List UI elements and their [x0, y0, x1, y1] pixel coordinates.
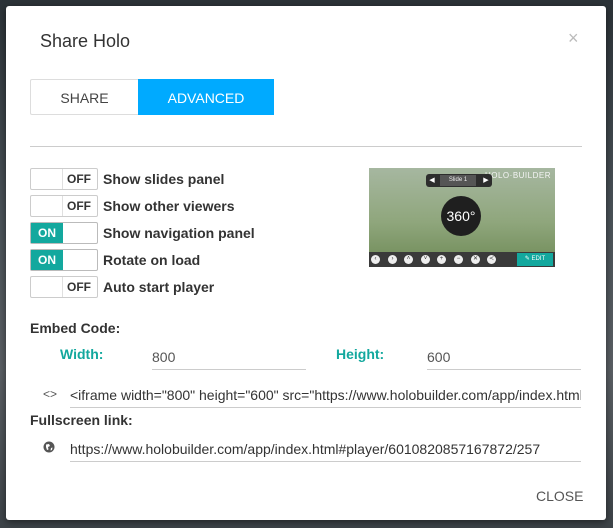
share-icon: ≺: [487, 255, 496, 264]
prev-icon: ‹: [371, 255, 380, 264]
toggle-show-navigation-panel[interactable]: ON: [30, 222, 98, 244]
toggle-state: OFF: [62, 277, 95, 297]
option-auto-start-player: OFF Auto start player: [30, 276, 214, 298]
up-icon: ˄: [404, 255, 413, 264]
embed-code-label: Embed Code:: [30, 320, 121, 336]
dialog-title: Share Holo: [40, 31, 131, 51]
option-rotate-on-load: ON Rotate on load: [30, 249, 200, 271]
toggle-auto-start-player[interactable]: OFF: [30, 276, 98, 298]
zoom-in-icon: +: [437, 255, 446, 264]
preview-control-bar: ‹ › ˄ ˅ + − ✕ ≺ ✎ EDIT: [369, 252, 555, 267]
down-icon: ˅: [421, 255, 430, 264]
share-dialog: Share Holo × SHARE ADVANCED OFF Show sli…: [6, 6, 606, 520]
width-input[interactable]: 800: [152, 345, 306, 370]
toggle-state: ON: [31, 223, 63, 243]
chevron-right-icon: ▶: [483, 177, 489, 184]
option-label: Show slides panel: [103, 171, 225, 187]
slide-label: Slide 1: [440, 175, 476, 186]
zoom-out-icon: −: [454, 255, 463, 264]
option-show-navigation-panel: ON Show navigation panel: [30, 222, 255, 244]
height-label: Height:: [336, 346, 385, 362]
option-show-other-viewers: OFF Show other viewers: [30, 195, 234, 217]
toggle-show-slides-panel[interactable]: OFF: [30, 168, 98, 190]
badge-360: 360°: [441, 196, 481, 236]
chevron-left-icon: ◀: [429, 177, 435, 184]
embed-code-input[interactable]: <iframe width="800" height="600" src="ht…: [70, 383, 581, 408]
code-icon: <>: [43, 387, 58, 401]
close-button[interactable]: CLOSE: [536, 488, 583, 504]
fullscreen-link-label: Fullscreen link:: [30, 412, 133, 428]
width-label: Width:: [60, 346, 104, 362]
height-input[interactable]: 600: [427, 345, 581, 370]
toggle-rotate-on-load[interactable]: ON: [30, 249, 98, 271]
option-label: Show navigation panel: [103, 225, 255, 241]
toggle-state: OFF: [62, 196, 95, 216]
fullscreen-icon: ✕: [471, 255, 480, 264]
close-icon[interactable]: ×: [568, 28, 579, 49]
option-show-slides-panel: OFF Show slides panel: [30, 168, 224, 190]
tab-advanced[interactable]: ADVANCED: [138, 79, 274, 115]
player-preview: HOLO·BUILDER ◀ Slide 1 ▶ 360° ‹ › ˄ ˅ + …: [369, 168, 555, 267]
toggle-state: ON: [31, 250, 63, 270]
slide-navigator: ◀ Slide 1 ▶: [426, 174, 492, 187]
toggle-show-other-viewers[interactable]: OFF: [30, 195, 98, 217]
section-divider: [30, 146, 582, 147]
brand-logo: HOLO·BUILDER: [484, 171, 551, 180]
option-label: Auto start player: [103, 279, 215, 295]
next-icon: ›: [388, 255, 397, 264]
edit-button: ✎ EDIT: [517, 253, 553, 266]
fullscreen-link-input[interactable]: https://www.holobuilder.com/app/index.ht…: [70, 437, 581, 462]
option-label: Rotate on load: [103, 252, 201, 268]
tab-bar: SHARE ADVANCED: [30, 79, 274, 115]
globe-icon: [43, 441, 55, 453]
option-label: Show other viewers: [103, 198, 235, 214]
tab-share[interactable]: SHARE: [30, 79, 138, 115]
toggle-state: OFF: [62, 169, 95, 189]
